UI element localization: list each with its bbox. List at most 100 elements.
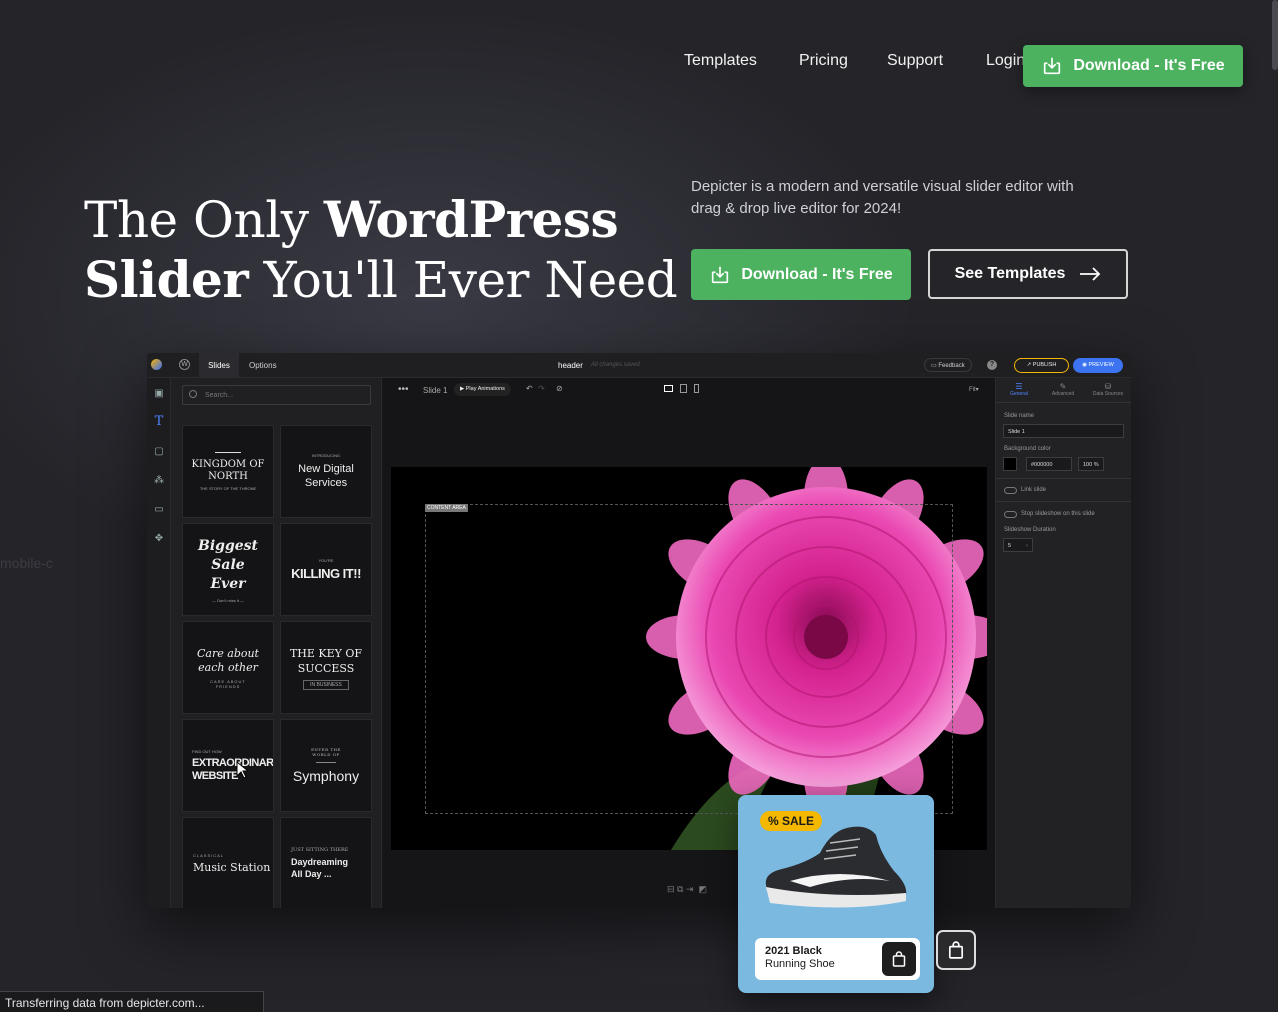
- add-to-cart-button[interactable]: [882, 942, 916, 976]
- tab-data-sources[interactable]: ⛁ Data Sources: [1090, 382, 1126, 397]
- media-tool-icon[interactable]: ▢: [153, 446, 165, 458]
- undo-icon[interactable]: ↶: [526, 384, 533, 393]
- template-tile[interactable]: THE KEY OF SUCCESS IN BUSINESS: [280, 621, 372, 714]
- tab-advanced[interactable]: ✎ Advanced: [1048, 382, 1078, 397]
- stop-slideshow-toggle[interactable]: [1004, 511, 1017, 518]
- see-templates-button[interactable]: See Templates: [928, 249, 1128, 299]
- template-title: Care about each other: [197, 646, 259, 674]
- shapes-tool-icon[interactable]: ⁂: [153, 475, 165, 487]
- template-subtitle: FIND OUT HOW: [192, 748, 222, 754]
- zoom-fit-label: Fit: [969, 387, 976, 393]
- template-subtitle: YOU'RE: [318, 558, 334, 563]
- text-tool-icon[interactable]: T: [153, 415, 165, 428]
- nav-login-link[interactable]: Login: [986, 52, 1025, 70]
- nav-download-button[interactable]: Download - It's Free: [1023, 45, 1243, 87]
- redo-icon[interactable]: ↷: [538, 384, 545, 393]
- template-title: Music Station: [193, 861, 271, 874]
- hero-download-button[interactable]: Download - It's Free: [691, 249, 911, 300]
- template-subtitle: INTRODUCING: [311, 453, 341, 458]
- template-tile[interactable]: CLASSICAL Music Station: [182, 817, 274, 908]
- nav-support-link[interactable]: Support: [887, 52, 943, 70]
- wrench-icon: ✎: [1059, 382, 1067, 391]
- cart-button[interactable]: [936, 930, 976, 970]
- stepper-icon: ‹: [1026, 543, 1028, 549]
- shopping-bag-icon: [892, 951, 906, 967]
- slides-panel: Search... KINGDOM OF NORTH THE STORY OF …: [171, 378, 382, 908]
- link-slide-toggle[interactable]: [1004, 487, 1017, 494]
- tab-data-sources-label: Data Sources: [1092, 391, 1124, 397]
- hero-title-bold-1: WordPress: [323, 190, 619, 249]
- preview-button[interactable]: ◉ PREVIEW: [1073, 358, 1123, 373]
- template-tile[interactable]: INTRODUCING New Digital Services: [280, 425, 372, 518]
- nav-templates-link[interactable]: Templates: [684, 52, 757, 70]
- slideshow-duration-label: Slideshow Duration: [1004, 527, 1056, 533]
- mobile-view-icon[interactable]: [694, 384, 699, 393]
- current-slide-label[interactable]: Slide 1: [423, 386, 447, 395]
- product-card[interactable]: % SALE 2021 Black Running Shoe: [738, 795, 934, 993]
- feedback-button[interactable]: ▭ Feedback: [924, 358, 972, 372]
- template-tile[interactable]: JUST SITTING THERE Daydreaming All Day .…: [280, 817, 372, 908]
- template-tile[interactable]: YOU'RE KILLING IT!!: [280, 523, 372, 616]
- publish-button[interactable]: ↗ PUBLISH: [1014, 358, 1069, 373]
- wordpress-icon[interactable]: W: [179, 359, 190, 370]
- bg-opacity-input[interactable]: 100 %: [1078, 457, 1104, 471]
- tab-options[interactable]: Options: [249, 361, 277, 370]
- general-icon: ☰: [1015, 382, 1023, 391]
- tab-slides[interactable]: Slides: [199, 353, 239, 378]
- browser-status-bar: Transferring data from depicter.com...: [0, 991, 264, 1012]
- tablet-view-icon[interactable]: [680, 384, 687, 393]
- download-icon: [712, 266, 729, 283]
- zoom-fit-select[interactable]: Fit▾: [969, 386, 979, 393]
- shoe-image: [765, 826, 907, 908]
- template-tile[interactable]: ENTER THE WORLD OF Symphony: [280, 719, 372, 812]
- link-slide-label: Link slide: [1021, 487, 1047, 493]
- slide-name-input[interactable]: Slide 1: [1003, 424, 1124, 438]
- help-icon[interactable]: ?: [987, 360, 997, 370]
- slide-name-label: Slide name: [1004, 413, 1035, 419]
- template-subtitle: CARE ABOUT FRIENDS: [210, 678, 246, 689]
- image-tool-icon[interactable]: ▣: [153, 388, 165, 400]
- bg-color-swatch[interactable]: [1003, 457, 1017, 471]
- template-search-input[interactable]: Search...: [182, 385, 371, 405]
- saved-status: All changes saved: [591, 362, 640, 368]
- template-tile[interactable]: Care about each other CARE ABOUT FRIENDS: [182, 621, 274, 714]
- template-subtitle: THE STORY OF THE THRONE: [199, 486, 257, 491]
- template-title: Biggest Sale Ever: [198, 537, 258, 592]
- mouse-cursor-icon: [236, 761, 248, 779]
- move-tool-icon[interactable]: ✥: [153, 533, 165, 545]
- hero-download-label: Download - It's Free: [741, 265, 893, 283]
- nav-pricing-link[interactable]: Pricing: [799, 52, 848, 70]
- template-title: Symphony: [292, 768, 360, 784]
- template-tile[interactable]: Biggest Sale Ever — Don't miss it —: [182, 523, 274, 616]
- publish-label: PUBLISH: [1032, 362, 1057, 368]
- desktop-view-icon[interactable]: [664, 385, 673, 392]
- more-icon[interactable]: •••: [398, 384, 409, 395]
- play-animations-label: Play Animations: [465, 386, 505, 392]
- arrow-right-icon: [1080, 267, 1101, 281]
- hero-title-regular-1: The Only: [84, 191, 309, 249]
- scrollbar[interactable]: [1272, 0, 1278, 70]
- play-animations-button[interactable]: ▶ Play Animations: [454, 383, 511, 396]
- canvas-bottom-tools[interactable]: ⊟ ⧉ ⇥ ◩: [667, 884, 707, 895]
- template-title: KILLING IT!!: [291, 566, 361, 581]
- tab-general[interactable]: ☰ General: [1004, 382, 1034, 397]
- template-tile[interactable]: FIND OUT HOW EXTRAORDINARY WEBSITE: [182, 719, 274, 812]
- slide-stage[interactable]: CONTENT AREA: [391, 467, 987, 850]
- preview-label: PREVIEW: [1088, 362, 1114, 368]
- template-subtitle: IN BUSINESS: [303, 679, 349, 690]
- tab-general-label: General: [1010, 391, 1028, 397]
- background-ghost-text: mobile-c: [0, 555, 53, 571]
- bg-color-input[interactable]: #000000: [1026, 457, 1072, 471]
- depicter-logo-icon: [151, 359, 162, 370]
- slideshow-duration-value: 5: [1008, 543, 1012, 549]
- template-subtitle: — Don't miss it —: [212, 597, 244, 603]
- slideshow-duration-input[interactable]: 5 ‹: [1003, 538, 1033, 552]
- hero-title-bold-2: Slider: [84, 250, 249, 309]
- button-tool-icon[interactable]: ▭: [153, 504, 165, 516]
- search-placeholder: Search...: [205, 392, 234, 399]
- content-area-guide: [425, 504, 953, 814]
- hide-icon[interactable]: ⊘: [556, 384, 563, 393]
- chevron-down-icon: ▾: [975, 387, 979, 393]
- template-tile[interactable]: KINGDOM OF NORTH THE STORY OF THE THRONE: [182, 425, 274, 518]
- hero-description: Depicter is a modern and versatile visua…: [691, 178, 1074, 217]
